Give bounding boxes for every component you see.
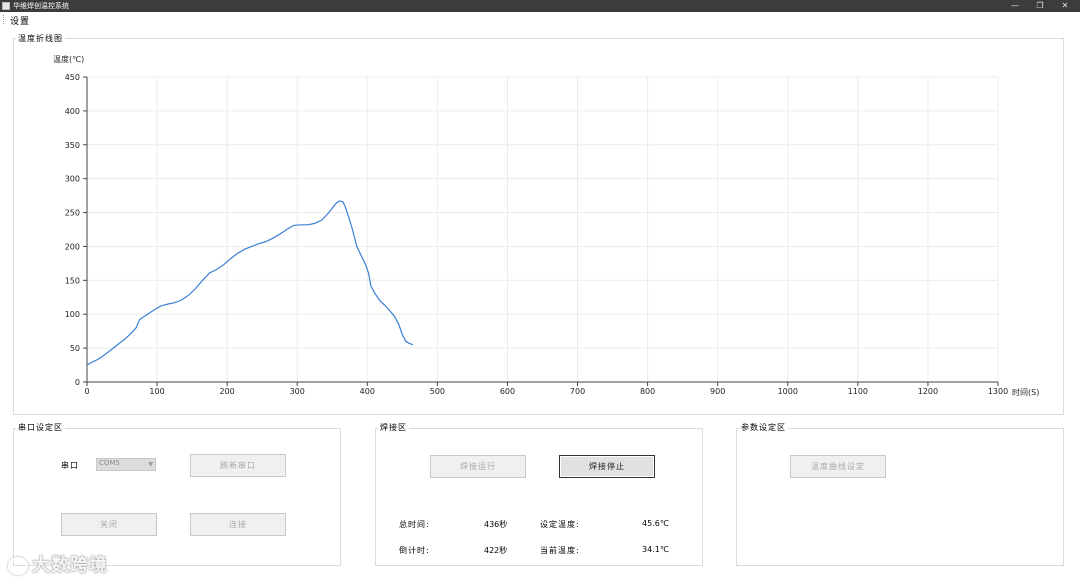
- chevron-down-icon: ▼: [148, 461, 153, 468]
- x-tick-label: 500: [430, 387, 445, 396]
- y-tick-label: 350: [65, 141, 80, 150]
- x-tick-label: 100: [149, 387, 164, 396]
- y-tick-label: 250: [65, 209, 80, 218]
- countdown-label: 倒计时:: [399, 546, 430, 555]
- chart-grid: [87, 76, 999, 382]
- port-label: 串口: [61, 461, 79, 470]
- param-group: [736, 428, 1064, 566]
- port-select[interactable]: COM5 ▼: [96, 458, 156, 471]
- port-select-value: COM5: [99, 459, 120, 467]
- y-tick-label: 50: [70, 344, 80, 353]
- chart-ticks: 0 50 100 150 200 250 300 350 400 450 0 100 200 300 400…: [65, 73, 1008, 396]
- connect-button[interactable]: 连接: [190, 513, 286, 536]
- x-tick-label: 900: [710, 387, 725, 396]
- temperature-series-line: [86, 200, 414, 366]
- x-tick-label: 1200: [918, 387, 938, 396]
- y-tick-label: 400: [65, 107, 80, 116]
- watermark-logo-icon: [8, 557, 28, 575]
- temp-curve-setting-button[interactable]: 温度曲线设定: [790, 455, 886, 478]
- x-tick-label: 700: [570, 387, 585, 396]
- x-tick-label: 800: [640, 387, 655, 396]
- y-tick-label: 450: [65, 73, 80, 82]
- x-tick-label: 200: [220, 387, 235, 396]
- y-tick-label: 300: [65, 175, 80, 184]
- x-tick-label: 1300: [988, 387, 1008, 396]
- x-tick-label: 0: [84, 387, 89, 396]
- watermark-text: 大数跨境: [32, 555, 108, 576]
- weld-stop-button[interactable]: 焊接停止: [559, 455, 655, 478]
- y-axis-label: 温度(℃): [53, 54, 84, 64]
- x-tick-label: 600: [500, 387, 515, 396]
- current-temp-value: 34.1℃: [642, 545, 669, 554]
- param-group-label: 参数设定区: [739, 422, 788, 433]
- watermark: 大数跨境: [8, 551, 108, 577]
- current-temp-label: 当前温度:: [540, 546, 580, 555]
- y-tick-label: 200: [65, 242, 80, 251]
- set-temp-value: 45.6℃: [642, 519, 669, 528]
- x-tick-label: 300: [290, 387, 305, 396]
- weld-run-button[interactable]: 焊接运行: [430, 455, 526, 478]
- countdown-value: 422秒: [484, 546, 508, 555]
- total-time-value: 436秒: [484, 520, 508, 529]
- refresh-port-button[interactable]: 刷新串口: [190, 454, 286, 477]
- serial-group-label: 串口设定区: [16, 422, 65, 433]
- y-tick-label: 150: [65, 276, 80, 285]
- total-time-label: 总时间:: [399, 520, 430, 529]
- x-tick-label: 400: [360, 387, 375, 396]
- chart-axes: [86, 77, 998, 383]
- weld-group-label: 焊接区: [378, 422, 409, 433]
- serial-group: [13, 428, 341, 566]
- x-tick-label: 1000: [778, 387, 798, 396]
- x-tick-label: 1100: [848, 387, 868, 396]
- y-tick-label: 100: [65, 310, 80, 319]
- set-temp-label: 设定温度:: [540, 520, 580, 529]
- x-axis-label: 时间(S): [1012, 387, 1039, 397]
- close-port-button[interactable]: 关闭: [61, 513, 157, 536]
- y-tick-label: 0: [75, 378, 80, 387]
